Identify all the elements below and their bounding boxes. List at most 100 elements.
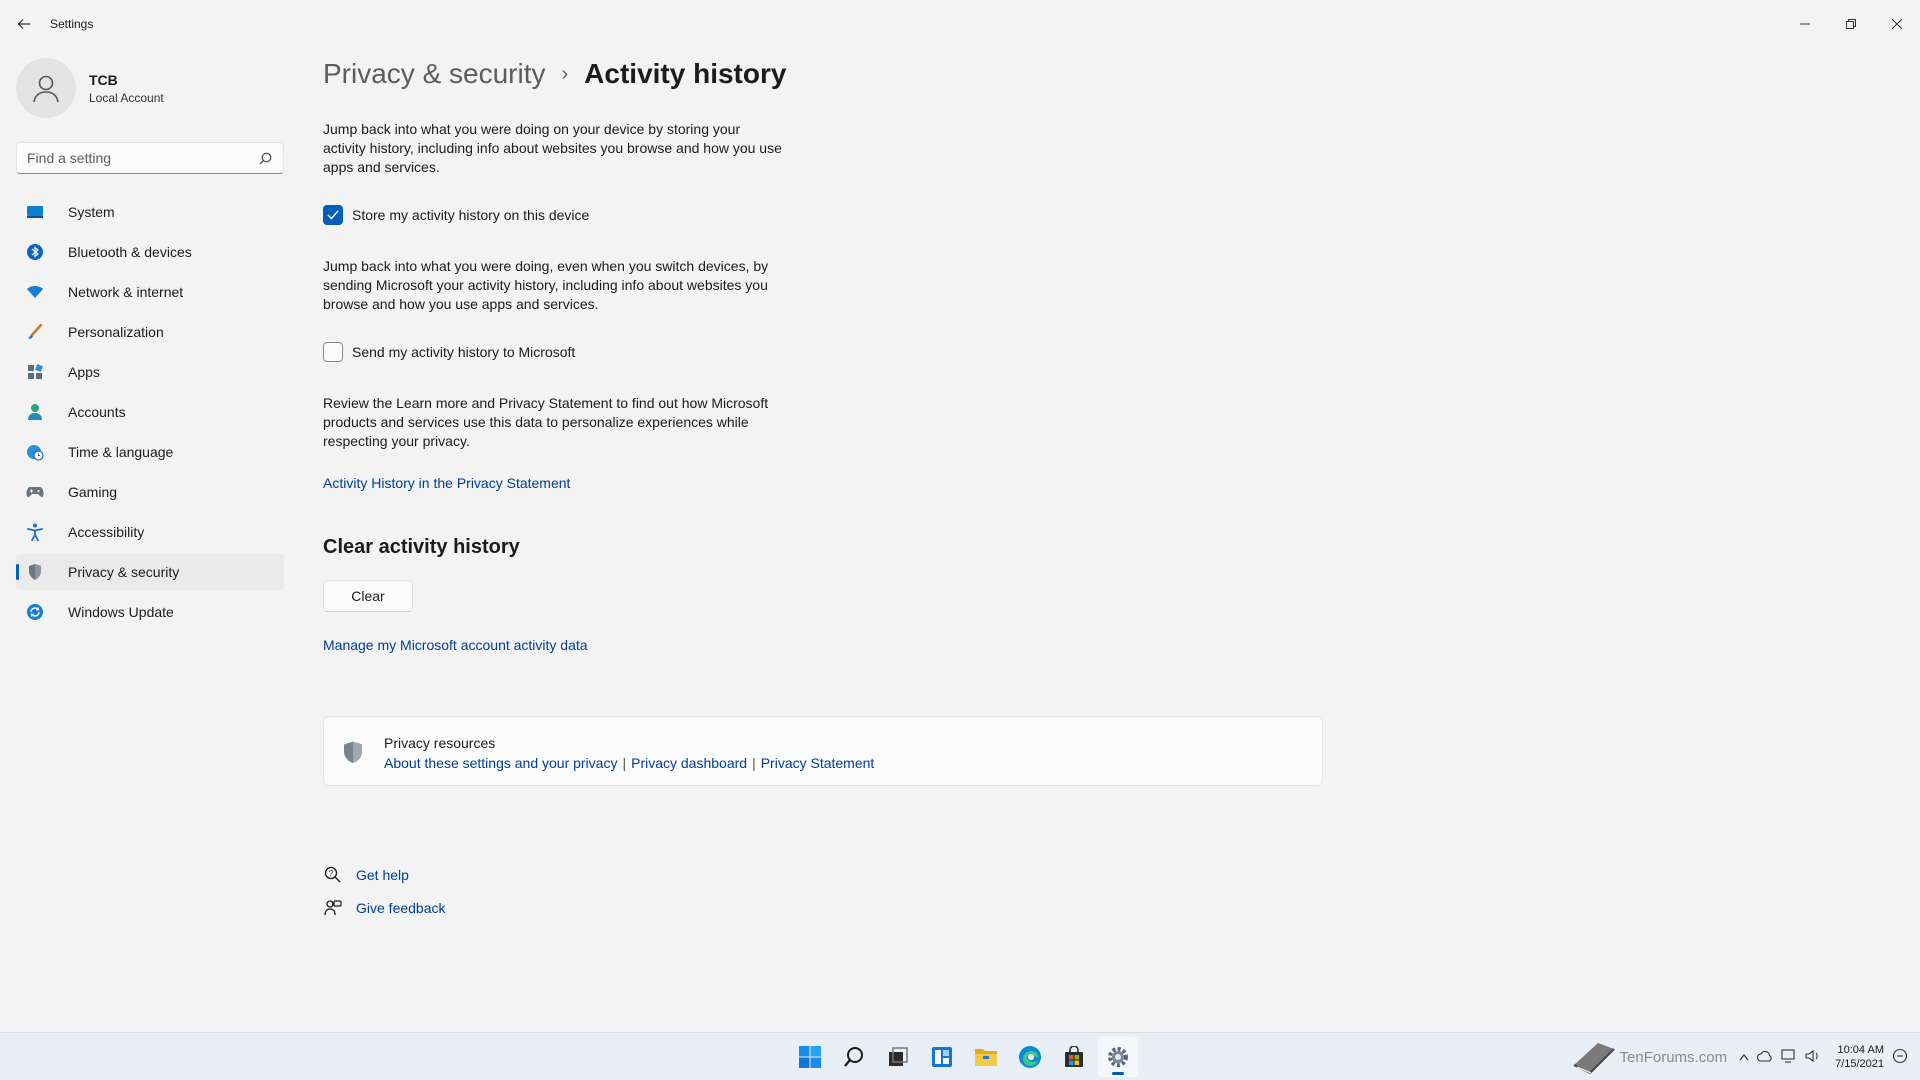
start-button[interactable] (790, 1037, 830, 1077)
search-icon (844, 1047, 863, 1067)
widgets-button[interactable] (922, 1037, 962, 1077)
send-history-label: Send my activity history to Microsoft (352, 344, 576, 360)
manage-activity-link[interactable]: Manage my Microsoft account activity dat… (323, 637, 588, 653)
send-history-checkbox-row[interactable]: Send my activity history to Microsoft (323, 342, 575, 362)
bluetooth-icon (26, 243, 44, 261)
avatar (16, 58, 76, 118)
edge-button[interactable] (1010, 1037, 1050, 1077)
sidebar-item-label: Gaming (68, 484, 118, 500)
store-history-label: Store my activity history on this device (352, 207, 590, 223)
user-icon (33, 75, 59, 103)
sidebar-item-accessibility[interactable]: Accessibility (16, 514, 284, 550)
chevron-up-icon[interactable] (1739, 1050, 1749, 1064)
sidebar-item-label: Network & internet (68, 284, 184, 300)
minimize-button[interactable] (1782, 0, 1828, 48)
sidebar-item-personalization[interactable]: Personalization (16, 314, 284, 350)
give-feedback-label: Give feedback (356, 900, 446, 916)
breadcrumb: Privacy & security › Activity history (323, 58, 786, 90)
privacy-statement-resource-link[interactable]: Privacy Statement (761, 755, 875, 771)
sidebar-item-time-language[interactable]: Time & language (16, 434, 284, 470)
notification-button[interactable] (1892, 1048, 1912, 1067)
sidebar-item-label: Accessibility (68, 524, 145, 540)
file-explorer-button[interactable] (966, 1037, 1006, 1077)
settings-icon (1108, 1047, 1128, 1067)
title-bar: Settings (0, 0, 1920, 48)
close-icon (1892, 19, 1902, 29)
watermark-text: TenForums.com (1619, 1048, 1728, 1066)
sidebar-item-label: Windows Update (68, 604, 174, 620)
checkmark-icon (327, 210, 339, 220)
system-icon (26, 203, 44, 221)
sidebar-item-gaming[interactable]: Gaming (16, 474, 284, 510)
notification-icon (1892, 1048, 1908, 1063)
edge-icon (1019, 1046, 1041, 1068)
privacy-statement-link[interactable]: Activity History in the Privacy Statemen… (323, 475, 570, 491)
clock-date: 7/15/2021 (1835, 1058, 1884, 1070)
user-profile[interactable]: TCB Local Account (16, 58, 164, 118)
accessibility-icon (26, 523, 44, 541)
search-input[interactable] (27, 150, 257, 166)
watermark: TenForums.com (1568, 1037, 1728, 1077)
privacy-review-description: Review the Learn more and Privacy Statem… (323, 395, 769, 449)
restore-button[interactable] (1828, 0, 1874, 48)
accounts-icon (26, 403, 44, 421)
profile-account-type: Local Account (89, 90, 164, 105)
sidebar: TCB Local Account System Bluetooth & dev… (0, 48, 300, 1028)
sidebar-item-label: Time & language (68, 444, 174, 460)
widgets-icon (932, 1047, 952, 1067)
task-view-icon (889, 1047, 908, 1066)
brush-icon (26, 323, 44, 341)
sidebar-item-accounts[interactable]: Accounts (16, 394, 284, 430)
clear-button[interactable]: Clear (323, 580, 413, 612)
network-icon[interactable] (1781, 1048, 1797, 1066)
profile-name: TCB (89, 71, 118, 88)
store-button[interactable] (1054, 1037, 1094, 1077)
about-settings-link[interactable]: About these settings and your privacy (384, 755, 617, 771)
store-icon (1065, 1046, 1083, 1067)
gamepad-icon (26, 483, 44, 501)
sidebar-item-apps[interactable]: Apps (16, 354, 284, 390)
privacy-resources-links: About these settings and your privacy | … (384, 755, 874, 771)
give-feedback-link[interactable]: Give feedback (323, 898, 446, 918)
taskbar-search-button[interactable] (834, 1037, 874, 1077)
profile-text: TCB Local Account (89, 72, 164, 105)
app-title: Settings (50, 17, 94, 31)
cloud-icon[interactable] (1757, 1050, 1773, 1065)
clock[interactable]: 10:04 AM 7/15/2021 (1835, 1043, 1884, 1071)
get-help-link[interactable]: ? Get help (323, 865, 409, 885)
privacy-dashboard-link[interactable]: Privacy dashboard (631, 755, 747, 771)
task-view-button[interactable] (878, 1037, 918, 1077)
update-icon (26, 603, 44, 621)
help-icon: ? (323, 865, 343, 885)
link-separator: | (752, 755, 756, 771)
store-history-checkbox-row[interactable]: Store my activity history on this device (323, 205, 589, 225)
apps-icon (26, 363, 44, 381)
page-title: Activity history (584, 58, 787, 89)
sidebar-item-bluetooth[interactable]: Bluetooth & devices (16, 234, 284, 270)
chevron-right-icon: › (561, 62, 569, 85)
search-box[interactable] (16, 142, 284, 174)
tray-icons[interactable] (1735, 1048, 1825, 1066)
sidebar-item-windows-update[interactable]: Windows Update (16, 594, 284, 630)
sidebar-item-label: Apps (68, 364, 100, 380)
get-help-label: Get help (356, 867, 409, 883)
sidebar-item-label: Personalization (68, 324, 164, 340)
sidebar-item-system[interactable]: System (16, 194, 284, 230)
breadcrumb-parent[interactable]: Privacy & security (323, 58, 546, 90)
restore-icon (1846, 19, 1856, 29)
send-history-description: Jump back into what you were doing, even… (323, 258, 769, 312)
store-history-checkbox[interactable] (323, 205, 343, 225)
close-button[interactable] (1874, 0, 1920, 48)
link-separator: | (622, 755, 627, 771)
settings-taskbar-button[interactable] (1098, 1037, 1138, 1077)
sidebar-item-label: Accounts (68, 404, 126, 420)
send-history-checkbox[interactable] (323, 342, 343, 362)
sidebar-item-label: System (68, 204, 115, 220)
sidebar-item-network[interactable]: Network & internet (16, 274, 284, 310)
back-button[interactable] (12, 12, 36, 36)
sidebar-item-privacy-security[interactable]: Privacy & security (16, 554, 284, 590)
start-icon (799, 1046, 821, 1068)
volume-icon[interactable] (1805, 1049, 1821, 1066)
search-icon[interactable] (257, 150, 273, 166)
feedback-icon (323, 898, 343, 918)
